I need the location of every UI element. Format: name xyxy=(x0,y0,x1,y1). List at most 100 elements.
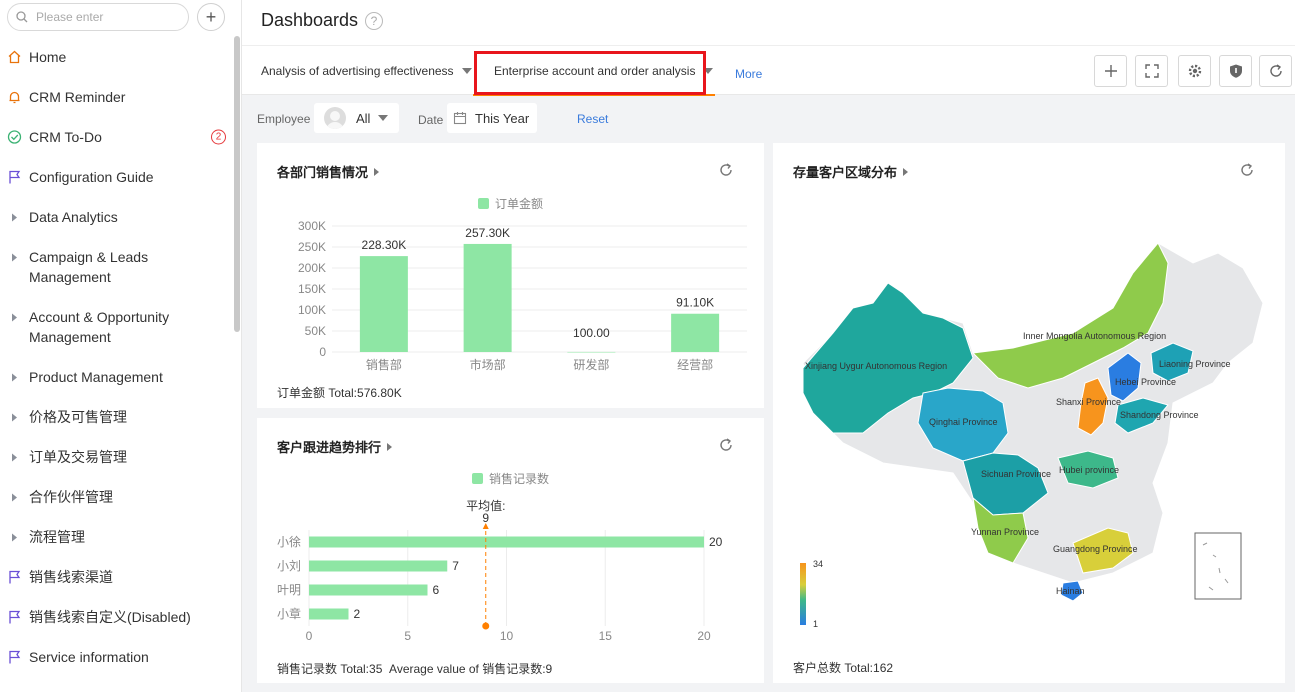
sidebar-item-label: 合作伙伴管理 xyxy=(29,489,113,505)
caret-right-icon xyxy=(7,250,22,265)
bar[interactable] xyxy=(567,351,616,353)
bar-value-label: 7 xyxy=(452,559,459,573)
sidebar-item-label: Product Management xyxy=(29,369,163,385)
filter-bar: Employee All Date This Year Reset xyxy=(242,96,1295,142)
bar[interactable] xyxy=(309,584,428,596)
sidebar-item-label: Account & Opportunity Management xyxy=(29,309,170,345)
home-icon xyxy=(7,50,22,65)
refresh-dashboard-button[interactable] xyxy=(1259,55,1292,87)
sidebar-item-label: Home xyxy=(29,49,67,65)
bar[interactable] xyxy=(309,608,349,620)
settings-icon xyxy=(1188,64,1201,78)
sidebar-item-label: 销售线索自定义(Disabled) xyxy=(29,609,191,625)
sidebar-item-data-analytics[interactable]: Data Analytics xyxy=(0,197,232,237)
department-sales-card: 各部门销售情况 订单金额 0 50K 100K 150K 200K 250K 300K 228… xyxy=(257,143,764,408)
settings-button[interactable] xyxy=(1178,55,1211,87)
sidebar-item-campaign-leads[interactable]: Campaign & Leads Management xyxy=(0,237,232,297)
sidebar-item-price-management[interactable]: 价格及可售管理 xyxy=(0,397,232,437)
search-icon xyxy=(16,11,28,23)
sidebar-item-crm-reminder[interactable]: CRM Reminder xyxy=(0,77,232,117)
bar[interactable] xyxy=(309,536,704,548)
scale-max-label: 34 xyxy=(813,559,823,569)
sidebar: + Home CRM Reminder CRM To-Do 2 Configur… xyxy=(0,0,242,692)
color-scale-bar[interactable] xyxy=(800,563,806,625)
refresh-icon[interactable] xyxy=(718,162,734,178)
sidebar-item-partner-management[interactable]: 合作伙伴管理 xyxy=(0,477,232,517)
card-title[interactable]: 各部门销售情况 xyxy=(277,162,380,181)
sidebar-item-label: 流程管理 xyxy=(29,529,85,545)
bar-value-label: 20 xyxy=(709,535,723,549)
y-tick-label: 0 xyxy=(319,345,326,359)
sidebar-item-lead-custom[interactable]: 销售线索自定义(Disabled) xyxy=(0,597,232,637)
fullscreen-button[interactable] xyxy=(1135,55,1168,87)
x-tick-label: 研发部 xyxy=(573,357,609,372)
sidebar-item-account-opportunity[interactable]: Account & Opportunity Management xyxy=(0,297,232,357)
employee-filter-select[interactable]: All xyxy=(314,103,399,133)
average-value-label: 9 xyxy=(482,511,489,525)
y-tick-label: 小章 xyxy=(277,606,301,621)
map-label: Inner Mongolia Autonomous Region xyxy=(1023,331,1166,341)
sidebar-item-label: CRM Reminder xyxy=(29,89,126,105)
y-tick-label: 叶明 xyxy=(277,583,301,597)
refresh-icon[interactable] xyxy=(718,437,734,453)
card-title-text: 各部门销售情况 xyxy=(277,165,369,180)
highlight-box xyxy=(474,51,706,95)
caret-right-icon xyxy=(387,442,393,451)
chart-footer: 订单金额 Total:576.80K xyxy=(277,386,402,400)
add-button[interactable]: + xyxy=(197,3,225,31)
caret-right-icon xyxy=(7,210,22,225)
bar[interactable] xyxy=(671,313,720,352)
y-tick-label: 250K xyxy=(298,240,326,254)
map-label: Shandong Province xyxy=(1120,410,1199,420)
footer-average: Average value of 销售记录数:9 xyxy=(389,662,553,676)
tab-advertising-effectiveness[interactable]: Analysis of advertising effectiveness xyxy=(261,46,472,95)
calendar-icon xyxy=(453,112,467,125)
x-tick-label: 10 xyxy=(500,629,514,643)
sidebar-item-home[interactable]: Home xyxy=(0,37,232,77)
sidebar-item-configuration-guide[interactable]: Configuration Guide xyxy=(0,157,232,197)
customer-region-card: 存量客户区域分布 Inner Mongolia Autonomous Regio… xyxy=(773,143,1285,683)
sidebar-item-label: 订单及交易管理 xyxy=(29,449,127,465)
refresh-icon xyxy=(1269,64,1282,77)
permission-button[interactable] xyxy=(1219,55,1252,87)
y-tick-label: 300K xyxy=(298,219,326,233)
add-chart-button[interactable] xyxy=(1094,55,1127,87)
x-tick-label: 15 xyxy=(599,629,613,643)
flag-icon xyxy=(7,170,22,185)
sidebar-item-product-management[interactable]: Product Management xyxy=(0,357,232,397)
reset-filters-link[interactable]: Reset xyxy=(577,112,608,126)
scale-min-label: 1 xyxy=(813,619,818,629)
caret-right-icon xyxy=(7,450,22,465)
chart-legend[interactable]: 订单金额 xyxy=(478,195,543,212)
sidebar-item-service-information[interactable]: Service information xyxy=(0,637,232,677)
page-title: Dashboards xyxy=(261,10,359,30)
bar[interactable] xyxy=(463,243,512,352)
date-filter-select[interactable]: This Year xyxy=(447,103,537,133)
chevron-down-icon[interactable] xyxy=(461,67,472,74)
flag-icon xyxy=(7,610,22,625)
sidebar-item-label: 价格及可售管理 xyxy=(29,409,127,425)
header: Dashboards ? xyxy=(242,0,1295,45)
search-box[interactable] xyxy=(7,3,189,31)
x-tick-label: 销售部 xyxy=(366,357,402,372)
sidebar-item-label: Campaign & Leads Management xyxy=(29,249,149,285)
todo-count-badge: 2 xyxy=(211,129,226,145)
map-label: Guangdong Province xyxy=(1053,544,1138,554)
sidebar-scrollbar[interactable] xyxy=(234,36,240,332)
bar[interactable] xyxy=(359,256,408,352)
sidebar-item-order-management[interactable]: 订单及交易管理 xyxy=(0,437,232,477)
sidebar-item-lead-channels[interactable]: 销售线索渠道 xyxy=(0,557,232,597)
search-input[interactable] xyxy=(36,8,181,26)
help-icon[interactable]: ? xyxy=(365,12,383,30)
plus-icon xyxy=(1104,65,1117,77)
more-tabs-link[interactable]: More xyxy=(735,67,762,81)
sidebar-item-crm-todo[interactable]: CRM To-Do 2 xyxy=(0,117,232,157)
sidebar-item-process-management[interactable]: 流程管理 xyxy=(0,517,232,557)
x-tick-label: 市场部 xyxy=(470,357,506,372)
map-inset-box xyxy=(1194,532,1242,600)
bar[interactable] xyxy=(309,560,448,572)
map-label: Sichuan Province xyxy=(981,469,1051,479)
card-title[interactable]: 客户跟进趋势排行 xyxy=(277,437,393,456)
chart-legend[interactable]: 销售记录数 xyxy=(472,470,549,487)
legend-swatch xyxy=(478,198,489,209)
